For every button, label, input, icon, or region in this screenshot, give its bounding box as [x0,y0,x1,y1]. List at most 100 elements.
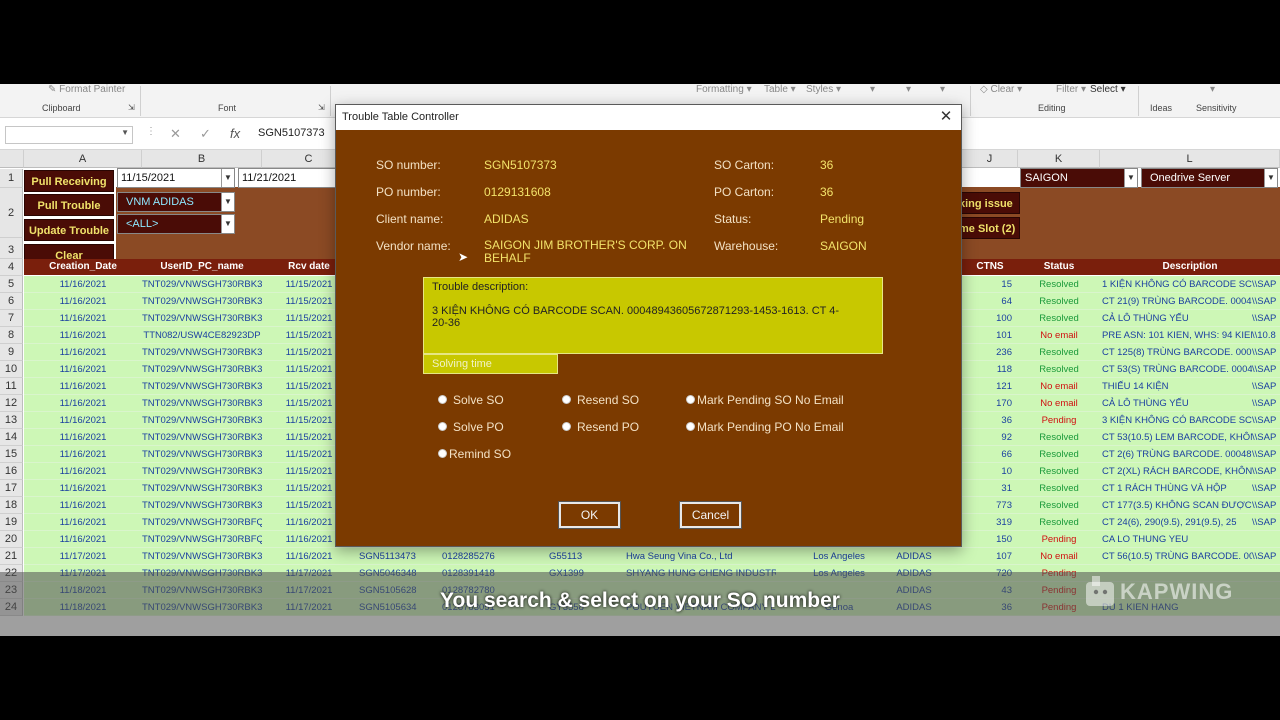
cell-date[interactable]: 11/16/2021 [24,293,142,310]
cell-path[interactable]: \\SAP [1252,361,1280,378]
pull-receiving-button[interactable]: Pull Receiving [24,170,114,192]
cell-status[interactable]: Resolved [1018,480,1100,497]
cell-user[interactable]: TNT029/VNWSGH730RBFQ [142,531,262,548]
cell-user[interactable]: TNT029/VNWSGH730RBK3 [142,344,262,361]
cell-ctns[interactable]: 100 [962,310,1016,327]
radio-resend-so[interactable]: Resend SO [562,393,639,407]
cell-user[interactable]: TNT029/VNWSGH730RBK3 [142,463,262,480]
radio-resend-po[interactable]: Resend PO [562,420,639,434]
warehouse-dropdown[interactable]: SAIGON ▼ [1020,168,1138,188]
cell-ctns[interactable]: 121 [962,378,1016,395]
column-header-k[interactable]: K [1018,150,1100,168]
cell-user[interactable]: TNT029/VNWSGH730RBK3 [142,361,262,378]
cell-desc[interactable]: THIẾU 14 KIỆN [1102,378,1252,395]
cell-path[interactable]: \\SAP [1252,310,1280,327]
tracking-issue-button[interactable]: king issue [954,192,1020,214]
enter-check-icon[interactable]: ✓ [200,126,211,142]
format-as-table-button[interactable]: Table ▾ [764,84,796,95]
cell-ctns[interactable]: 36 [962,412,1016,429]
cell-ctns[interactable]: 31 [962,480,1016,497]
cell-path[interactable]: \\SAP [1252,412,1280,429]
cell-status[interactable]: Resolved [1018,497,1100,514]
column-header-l[interactable]: L [1100,150,1280,168]
cell-user[interactable]: TNT029/VNWSGH730RBK3 [142,480,262,497]
row-header[interactable]: 17 [0,480,23,497]
cell-user[interactable]: TNT029/VNWSGH730RBK3 [142,412,262,429]
cell-user[interactable]: TNT029/VNWSGH730RBK3 [142,276,262,293]
cell-path[interactable] [1252,531,1280,548]
cell-desc[interactable]: CT 1 RÁCH THÙNG VÀ HỘP [1102,480,1252,497]
cell-rcv[interactable]: 11/16/2021 [262,548,356,565]
cell-ctns[interactable]: 66 [962,446,1016,463]
cell-so[interactable]: SGN5113473 [359,548,439,565]
cell-ctns[interactable]: 64 [962,293,1016,310]
row-header[interactable]: 3 [0,238,23,259]
cell-date[interactable]: 11/16/2021 [24,429,142,446]
cell-desc[interactable]: CT 2(XL) RÁCH BARCODE, KHÔNG [1102,463,1252,480]
trouble-description-box[interactable]: Trouble description: 3 KIỆN KHÔNG CÓ BAR… [423,277,883,354]
insert-function-icon[interactable]: fx [230,126,240,141]
cell-desc[interactable]: CT 24(6), 290(9.5), 291(9.5), 25 [1102,514,1252,531]
cell-status[interactable]: No email [1018,327,1100,344]
cell-desc[interactable]: CT 21(9) TRÙNG BARCODE. 00048 [1102,293,1252,310]
select-all-corner[interactable] [0,150,24,168]
cell-date[interactable]: 11/16/2021 [24,361,142,378]
cell-status[interactable]: Resolved [1018,344,1100,361]
cell-desc[interactable]: CẢ LÔ THÙNG YẾU [1102,310,1252,327]
cell-status[interactable]: Resolved [1018,446,1100,463]
cell-path[interactable]: \\SAP [1252,293,1280,310]
column-header-b[interactable]: B [142,150,262,168]
cell-user[interactable]: TNT029/VNWSGH730RBK3 [142,446,262,463]
row-header[interactable]: 6 [0,293,23,310]
row-header[interactable]: 19 [0,514,23,531]
solving-time-input[interactable]: Solving time [423,354,558,374]
cell-status[interactable]: Resolved [1018,361,1100,378]
row-header[interactable]: 4 [0,259,23,276]
cell-date[interactable]: 11/17/2021 [24,548,142,565]
ok-button[interactable]: OK [558,501,621,529]
cell-user[interactable]: TNT029/VNWSGH730RBK3 [142,310,262,327]
row-header[interactable]: 16 [0,463,23,480]
cell-ctns[interactable]: 118 [962,361,1016,378]
cell-po[interactable]: 0128285276 [442,548,542,565]
time-slot-button[interactable]: me Slot (2) [954,217,1020,239]
chevron-down-icon[interactable]: ▼ [1264,169,1277,187]
row-header[interactable]: 15 [0,446,23,463]
cell-ctns[interactable]: 170 [962,395,1016,412]
radio-solve-so[interactable]: Solve SO [438,393,504,407]
cell-desc[interactable]: CT 53(S) TRÙNG BARCODE. 0004 [1102,361,1252,378]
sort-filter-button[interactable]: Filter ▾ [1056,84,1086,95]
all-dropdown[interactable]: <ALL> ▼ [117,214,235,234]
radio-mark-pending-po[interactable]: Mark Pending PO No Email [686,420,844,434]
row-header[interactable]: 21 [0,548,23,565]
cell-path[interactable]: \\SAP [1252,480,1280,497]
column-header-a[interactable]: A [24,150,142,168]
cell-path[interactable]: \\SAP [1252,497,1280,514]
cell-date[interactable]: 11/16/2021 [24,463,142,480]
format-painter-button[interactable]: ✎ Format Painter [48,84,125,95]
cell-desc[interactable]: CA LO THUNG YEU [1102,531,1252,548]
cell-ctns[interactable]: 101 [962,327,1016,344]
row-header[interactable]: 14 [0,429,23,446]
cell-status[interactable]: Resolved [1018,276,1100,293]
dialog-launcher-icon[interactable]: ⇲ [318,103,325,112]
clear-button[interactable]: ◇ Clear ▾ [980,84,1022,95]
cell-ctns[interactable]: 319 [962,514,1016,531]
cell-desc[interactable]: PRE ASN: 101 KIEN, WHS: 94 KIEN [1102,327,1252,344]
row-header[interactable]: 7 [0,310,23,327]
cell-ctns[interactable]: 773 [962,497,1016,514]
table-row[interactable]: 11/17/2021 TNT029/VNWSGH730RBK3 11/16/2021… [24,548,1280,565]
cell-ctns[interactable]: 15 [962,276,1016,293]
cell-desc[interactable]: CT 56(10.5) TRÙNG BARCODE. 00 [1102,548,1252,565]
radio-solve-po[interactable]: Solve PO [438,420,504,434]
cell-status[interactable]: No email [1018,395,1100,412]
cell-status[interactable]: Resolved [1018,514,1100,531]
cell-status[interactable]: Resolved [1018,310,1100,327]
cell-status[interactable]: No email [1018,378,1100,395]
cell-status[interactable]: No email [1018,548,1100,565]
cell-ctns[interactable]: 236 [962,344,1016,361]
cell-user[interactable]: TTN082/USW4CE82923DP [142,327,262,344]
delete-dropdown[interactable]: ▾ [906,84,911,95]
cell-desc[interactable]: CẢ LÔ THÙNG YẾU [1102,395,1252,412]
cell-desc[interactable]: CT 177(3.5) KHÔNG SCAN ĐƯỢC. [1102,497,1252,514]
